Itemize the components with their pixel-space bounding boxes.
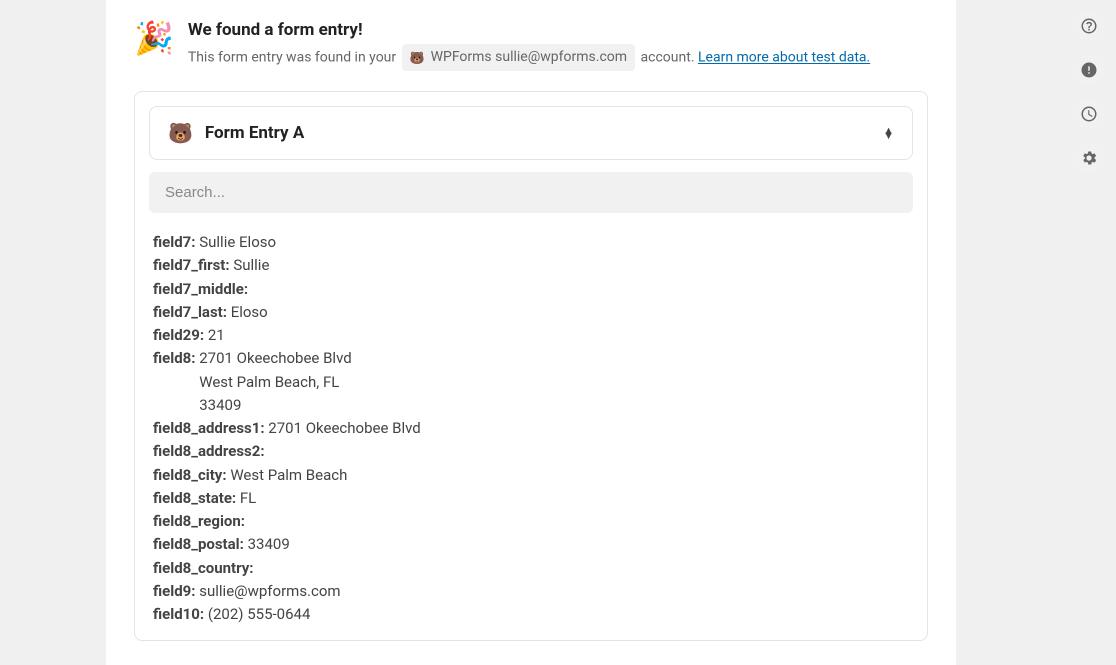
account-label: WPForms sullie@wpforms.com [431, 47, 627, 68]
clock-icon [1080, 105, 1098, 123]
field-row: field8_country: [153, 557, 909, 580]
field-row: field7_middle: [153, 278, 909, 301]
field-row: field9: sullie@wpforms.com [153, 580, 909, 603]
field-row: field8_postal: 33409 [153, 533, 909, 556]
alert-icon [1080, 61, 1098, 79]
account-badge: 🐻 WPForms sullie@wpforms.com [402, 44, 635, 71]
help-button[interactable] [1073, 10, 1105, 42]
form-entry-card: 🎉 We found a form entry! This form entry… [106, 0, 956, 665]
notifications-button[interactable] [1073, 54, 1105, 86]
field-list: field7: Sullie Eloso field7_first: Sulli… [149, 231, 913, 626]
found-subtitle: This form entry was found in your 🐻 WPFo… [188, 44, 870, 71]
field-row: field8_state: FL [153, 487, 909, 510]
field-row: field7_first: Sullie [153, 254, 909, 277]
field-row: field8: 2701 Okeechobee Blvd West Palm B… [153, 347, 909, 417]
settings-button[interactable] [1073, 142, 1105, 174]
field-row: field8_address1: 2701 Okeechobee Blvd [153, 417, 909, 440]
entry-title: Form Entry A [205, 123, 871, 143]
search-input[interactable] [149, 172, 913, 213]
learn-more-link[interactable]: Learn more about test data. [698, 50, 870, 66]
entry-selector[interactable]: 🐻 Form Entry A ▲▼ [149, 106, 913, 160]
help-icon [1080, 17, 1098, 35]
right-rail [1062, 0, 1116, 665]
sort-icon: ▲▼ [883, 128, 894, 139]
entry-box: 🐻 Form Entry A ▲▼ field7: Sullie Eloso f… [134, 91, 928, 641]
history-button[interactable] [1073, 98, 1105, 130]
subtitle-prefix: This form entry was found in your [188, 50, 396, 66]
field-row: field8_region: [153, 510, 909, 533]
found-header: 🎉 We found a form entry! This form entry… [134, 20, 928, 71]
gear-icon [1080, 149, 1098, 167]
field-row: field7_last: Eloso [153, 301, 909, 324]
field-row: field8_city: West Palm Beach [153, 464, 909, 487]
found-title: We found a form entry! [188, 20, 870, 40]
field-row: field7: Sullie Eloso [153, 231, 909, 254]
wpforms-logo-icon: 🐻 [410, 49, 425, 67]
entry-bear-icon: 🐻 [168, 121, 193, 145]
field-row: field8_address2: [153, 440, 909, 463]
subtitle-suffix: account. [641, 50, 695, 66]
field-row: field29: 21 [153, 324, 909, 347]
party-popper-icon: 🎉 [134, 22, 174, 54]
